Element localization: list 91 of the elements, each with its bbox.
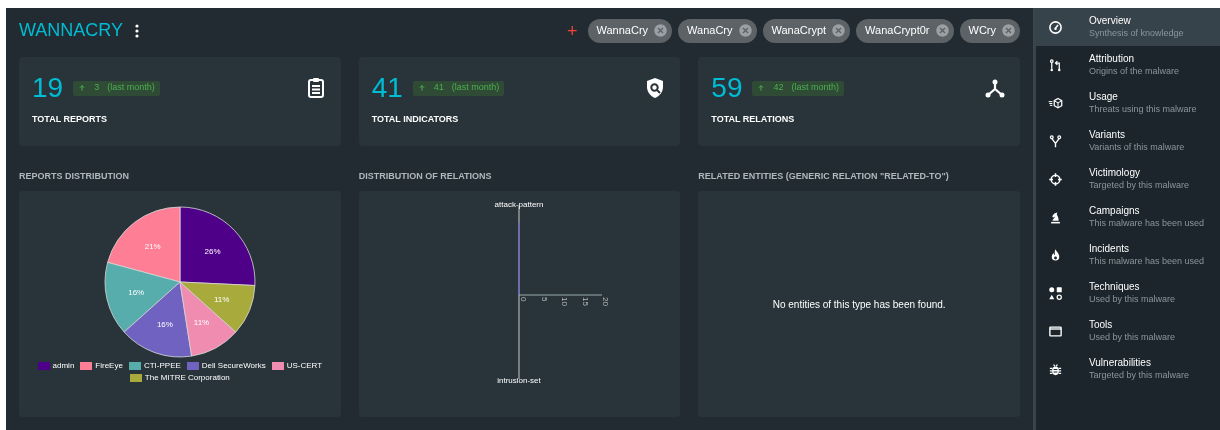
page-title: WANNACRY [19, 19, 123, 42]
sidebar-item[interactable]: Attribution Origins of the malware [1036, 46, 1220, 84]
window-icon [1048, 323, 1063, 339]
remove-icon[interactable] [934, 23, 950, 38]
legend-label: The MITRE Corporation [144, 372, 230, 384]
sidebar-item[interactable]: Tools Used by this malware [1036, 312, 1220, 350]
axis-label: attack-pattern [494, 200, 544, 209]
legend-swatch [128, 362, 141, 370]
slice-label: 16% [128, 288, 145, 298]
crosshair-icon [1048, 171, 1063, 187]
item-description: Targeted by this malware [1089, 369, 1190, 382]
alias-chip[interactable]: WanaCrypt [762, 18, 851, 43]
tick-label: 20 [600, 297, 610, 306]
section-title: DISTRIBUTION OF RELATIONS [358, 170, 493, 183]
change-badge: 42 (last month) [752, 80, 844, 96]
alias-chip[interactable]: WCry [959, 18, 1020, 43]
alias-chip[interactable]: WannaCry [587, 18, 673, 43]
sidebar-item[interactable]: Usage Threats using this malware [1036, 84, 1220, 122]
item-label: Vulnerabilities [1089, 356, 1152, 369]
sidebar-item[interactable]: Overview Synthesis of knowledge [1036, 8, 1220, 46]
item-description: Used by this malware [1089, 293, 1176, 306]
item-label: Usage [1089, 90, 1119, 103]
remove-icon[interactable] [653, 23, 669, 38]
alias-chip[interactable]: WanaCrypt0r [856, 18, 954, 43]
remove-icon[interactable] [737, 23, 753, 38]
item-label: Overview [1089, 14, 1132, 27]
section-title: RELATED ENTITIES (GENERIC RELATION "RELATED-TO") [698, 170, 950, 183]
slice-label: 11% [213, 295, 230, 305]
item-description: Variants of this malware [1089, 141, 1185, 154]
item-description: Synthesis of knowledge [1089, 27, 1184, 40]
arrow-up-icon [757, 84, 766, 92]
tick-label: 10 [559, 297, 569, 306]
legend-swatch [80, 362, 93, 370]
sidebar-item[interactable]: Campaigns This malware has been used [1036, 198, 1220, 236]
legend-swatch [186, 362, 199, 370]
item-description: Targeted by this malware [1089, 179, 1190, 192]
item-description: Used by this malware [1089, 331, 1176, 344]
item-label: Attribution [1089, 52, 1136, 65]
stat-value: 41 [371, 71, 403, 105]
stat-label: TOTAL INDICATORS [371, 113, 460, 126]
tick-label: 0 [518, 297, 528, 302]
fork-icon [1048, 133, 1063, 149]
tick-label: 15 [580, 297, 590, 306]
legend-label: admin [52, 360, 75, 372]
legend-swatch [129, 374, 142, 382]
legend-label: CTI-PPEE [143, 360, 181, 372]
legend-swatch [271, 362, 284, 370]
more-icon[interactable] [135, 23, 139, 38]
speedometer-icon [1048, 19, 1063, 35]
item-description: Threats using this malware [1089, 103, 1197, 116]
legend-label: FireEye [95, 360, 123, 372]
alias-chip[interactable]: WanaCry [678, 18, 757, 43]
slice-label: 11% [193, 317, 210, 327]
legend-label: Dell SecureWorks [201, 360, 266, 372]
stat-value: 19 [32, 71, 64, 105]
slice-label: 21% [144, 242, 161, 252]
pull-request-icon [1048, 57, 1063, 73]
item-label: Incidents [1089, 242, 1131, 255]
change-badge: 41 (last month) [412, 80, 505, 96]
item-label: Variants [1089, 128, 1126, 141]
shapes-icon [1048, 285, 1063, 301]
item-label: Campaigns [1089, 204, 1141, 217]
sidebar-item[interactable]: Vulnerabilities Targeted by this malware [1036, 350, 1220, 388]
legend-swatch [37, 362, 50, 370]
item-description: Origins of the malware [1089, 65, 1180, 78]
legend-label: US-CERT [286, 360, 323, 372]
axis-label: intrusion-set [496, 376, 541, 385]
slice-label: 16% [156, 320, 173, 330]
remove-icon[interactable] [1001, 23, 1016, 38]
sidebar-item[interactable]: Incidents This malware has been used [1036, 236, 1220, 274]
item-label: Techniques [1089, 280, 1141, 293]
tick-label: 5 [539, 297, 549, 302]
remove-icon[interactable] [831, 23, 847, 38]
stat-label: TOTAL REPORTS [32, 113, 108, 126]
section-title: REPORTS DISTRIBUTION [19, 170, 130, 183]
cube-icon [1048, 95, 1063, 111]
empty-message: No entities of this type has been found. [772, 297, 946, 312]
change-badge: 3 (last month) [73, 80, 160, 96]
sidebar-item[interactable]: Variants Variants of this malware [1036, 122, 1220, 160]
add-alias-button[interactable]: + [567, 21, 578, 40]
stat-label: TOTAL RELATIONS [711, 113, 796, 126]
stat-value: 59 [711, 71, 743, 105]
item-label: Victimology [1089, 166, 1141, 179]
item-label: Tools [1089, 318, 1114, 331]
sidebar-item[interactable]: Techniques Used by this malware [1036, 274, 1220, 312]
arrow-up-icon [78, 84, 87, 92]
arrow-up-icon [417, 84, 426, 92]
item-description: This malware has been used [1089, 255, 1205, 268]
slice-label: 26% [204, 246, 221, 256]
sidebar-item[interactable]: Victimology Targeted by this malware [1036, 160, 1220, 198]
item-description: This malware has been used [1089, 217, 1205, 230]
